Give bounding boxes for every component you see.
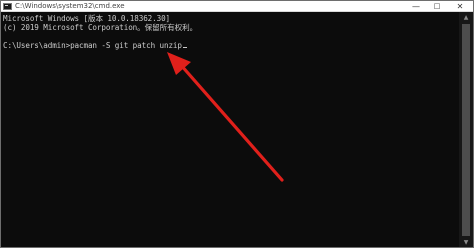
- console-line-command: C:\Users\admin>pacman -S git patch unzip: [3, 41, 458, 50]
- scroll-thumb[interactable]: [462, 24, 470, 236]
- cmd-window: C:\Windows\system32\cmd.exe — □ ✕ Micros…: [0, 0, 474, 248]
- window-title: C:\Windows\system32\cmd.exe: [15, 2, 125, 10]
- scroll-down-icon[interactable]: ▼: [459, 237, 473, 247]
- command-prompt-text: C:\Users\admin>pacman -S git patch unzip: [3, 41, 182, 50]
- console-line-version: Microsoft Windows [版本 10.0.18362.30]: [3, 14, 171, 23]
- maximize-button[interactable]: □: [429, 1, 445, 12]
- close-button[interactable]: ✕: [452, 1, 468, 12]
- text-cursor: [182, 47, 187, 48]
- vertical-scrollbar[interactable]: ▲ ▼: [459, 12, 473, 247]
- console-output[interactable]: Microsoft Windows [版本 10.0.18362.30] (c)…: [3, 14, 458, 246]
- title-bar[interactable]: C:\Windows\system32\cmd.exe — □ ✕: [1, 1, 473, 12]
- minimize-button[interactable]: —: [408, 1, 424, 12]
- cmd-app-icon[interactable]: [3, 3, 12, 10]
- scroll-up-icon[interactable]: ▲: [459, 12, 473, 23]
- console-line-copyright: (c) 2019 Microsoft Corporation。保留所有权利。: [3, 23, 198, 32]
